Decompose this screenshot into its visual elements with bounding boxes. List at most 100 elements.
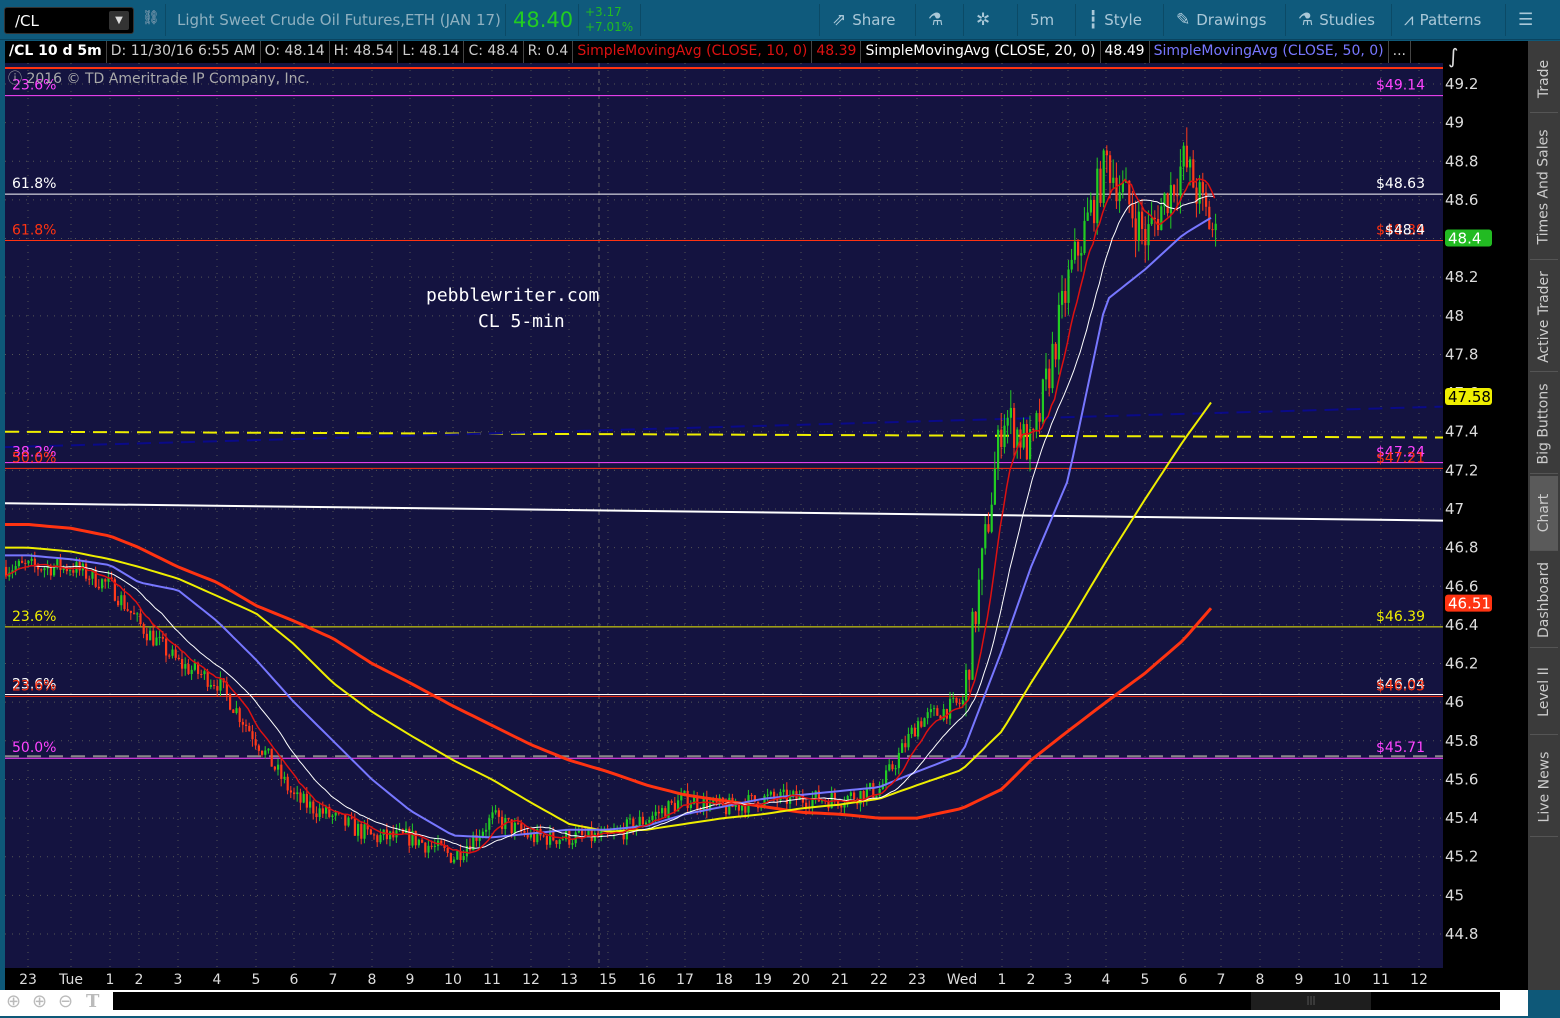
price-tick: 47.4	[1445, 423, 1478, 441]
Studies-button[interactable]: ⚗ Studies	[1288, 0, 1385, 40]
candle-body	[792, 791, 795, 795]
candle-body	[296, 792, 299, 795]
scrollbar-thumb[interactable]: |||	[1251, 992, 1371, 1010]
candle-body	[1141, 211, 1144, 229]
text-tool-icon[interactable]: T	[86, 991, 99, 1012]
instrument-description: Light Sweet Crude Oil Futures,ETH (JAN 1…	[177, 11, 501, 29]
auto-scale-icon[interactable]: ∫	[1448, 44, 1458, 68]
fib-level-price: $49.14	[1376, 78, 1425, 94]
side-tab-live-news[interactable]: Live News	[1530, 737, 1558, 837]
Share-button[interactable]: ⇗ Share	[822, 0, 906, 40]
price-axis-labels: 49.24948.848.648.448.24847.847.647.447.2…	[1445, 75, 1492, 943]
study-sma10[interactable]: SimpleMovingAvg (CLOSE, 10, 0)	[573, 41, 813, 63]
candle-body	[555, 840, 558, 845]
time-tick: 8	[368, 972, 377, 988]
divider	[819, 4, 820, 36]
candle-body	[1006, 417, 1009, 426]
candle-body	[350, 817, 353, 819]
time-tick: Wed	[947, 972, 978, 988]
candle-body	[1089, 199, 1092, 213]
candle-body	[1035, 413, 1038, 430]
candle-body	[193, 662, 196, 670]
candle-body	[389, 831, 392, 840]
Patterns-button[interactable]: ⩘ Patterns	[1394, 0, 1491, 40]
time-tick: 2	[135, 972, 144, 988]
chart-plot-area[interactable]: 23.6% $49.14 61.8% $48.63 61.8% $48.39 38.2% $4…	[5, 63, 1443, 968]
zoom-out-icon[interactable]: ⊖	[58, 991, 73, 1012]
fib-level-price: $46.03	[1376, 678, 1425, 694]
tab-label: Trade	[1536, 59, 1552, 98]
5m-button[interactable]: 5m	[1020, 0, 1064, 40]
candle-body	[744, 805, 747, 813]
candle-body	[993, 468, 996, 505]
candle-body	[200, 673, 203, 675]
info-icon[interactable]: ⓘ	[8, 71, 22, 87]
divider	[1163, 4, 1164, 36]
side-tab-level-ii[interactable]: Level II	[1530, 650, 1558, 735]
price-tick: 46.2	[1445, 655, 1478, 673]
candle-body	[158, 636, 161, 638]
divider	[1505, 4, 1506, 36]
fib-level-percent: 50.0%	[12, 450, 56, 466]
candle-body	[891, 764, 894, 770]
candle-body	[72, 570, 75, 573]
candle-body	[1137, 211, 1140, 241]
candle-body	[33, 558, 36, 566]
candle-body	[949, 698, 952, 719]
flask-button[interactable]: ⚗	[918, 0, 953, 40]
chevron-down-icon[interactable]: ▼	[109, 11, 129, 30]
side-tab-dashboard[interactable]: Dashboard	[1530, 553, 1558, 648]
menu-button[interactable]: ☰	[1508, 0, 1543, 40]
candle-body	[961, 700, 964, 705]
candle-body	[1134, 218, 1137, 241]
side-tab-trade[interactable]: Trade	[1530, 45, 1558, 113]
candle-body	[558, 839, 561, 845]
candle-body	[421, 839, 424, 843]
time-tick: 11	[483, 972, 501, 988]
gear-button[interactable]: ✲	[966, 0, 1000, 40]
candle-body	[936, 708, 939, 716]
symbol-selector[interactable]: /CL ▼	[4, 7, 134, 34]
divider	[1075, 4, 1076, 36]
Drawings-button[interactable]: ✎ Drawings	[1166, 0, 1276, 40]
candle-body	[517, 822, 520, 824]
candle-body	[1147, 224, 1150, 246]
candle-body	[1205, 192, 1208, 207]
more-studies[interactable]: ...	[1389, 41, 1411, 63]
candle-body	[261, 750, 264, 755]
candle-body	[139, 613, 142, 625]
candle-body	[286, 776, 289, 791]
side-tab-big-buttons[interactable]: Big Buttons	[1530, 374, 1558, 474]
side-tab-times-and-sales[interactable]: Times And Sales	[1530, 115, 1558, 260]
candle-body	[133, 612, 136, 615]
candle-body	[1045, 368, 1048, 380]
candle-body	[238, 708, 241, 723]
candle-body	[446, 848, 449, 853]
time-tick: 3	[174, 972, 183, 988]
link-icon[interactable]: ⛓	[142, 10, 160, 26]
zoom-in-icon[interactable]: ⊕	[32, 991, 47, 1012]
candle-body	[971, 611, 974, 680]
crosshair-icon[interactable]: ⊕	[6, 991, 21, 1012]
candle-body	[917, 721, 920, 737]
tab-label: Times And Sales	[1536, 129, 1552, 245]
candle-body	[581, 830, 584, 836]
fib-level-percent: 61.8%	[12, 222, 56, 238]
Style-button[interactable]: ┇ Style	[1078, 0, 1152, 40]
side-tab-chart[interactable]: Chart	[1530, 476, 1558, 551]
candle-body	[488, 818, 491, 830]
candle-body	[782, 789, 785, 792]
overlay-price-label: $48.4	[1385, 222, 1425, 238]
watermark-caption: CL 5-min	[478, 311, 565, 332]
side-tab-active-trader[interactable]: Active Trader	[1530, 262, 1558, 372]
price-axis[interactable]: ∫ 49.24948.848.648.448.24847.847.647.447…	[1443, 41, 1528, 990]
candle-body	[462, 856, 465, 861]
price-tick: 48.2	[1445, 268, 1478, 286]
time-scrollbar[interactable]: |||	[113, 992, 1500, 1010]
candle-body	[638, 816, 641, 826]
study-sma20[interactable]: SimpleMovingAvg (CLOSE, 20, 0)	[861, 41, 1101, 63]
candle-body	[369, 829, 372, 835]
time-axis[interactable]: 23 Tue 1 2 3 4 5 6 7 8 9 10 11 12 13 15 16 17 18 19 20 21 22 23…	[5, 968, 1443, 990]
study-sma50[interactable]: SimpleMovingAvg (CLOSE, 50, 0)	[1150, 41, 1389, 63]
fib-level-price: $45.71	[1376, 740, 1425, 756]
